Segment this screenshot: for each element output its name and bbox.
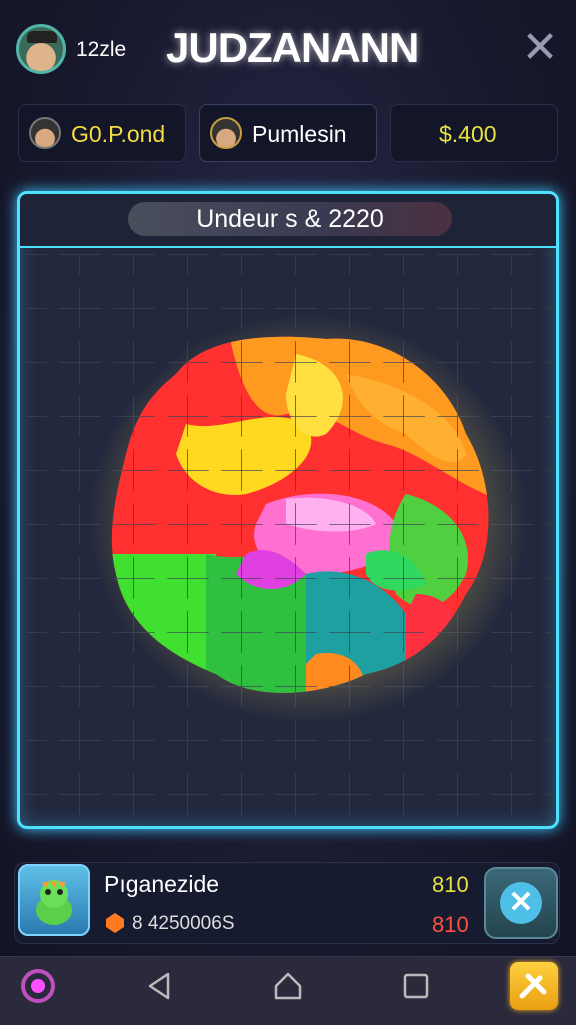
player-chip-1-label: G0.P.ond bbox=[71, 121, 166, 147]
opponent-avatar bbox=[29, 117, 61, 149]
recent-apps-icon[interactable] bbox=[396, 966, 436, 1006]
gem-icon bbox=[106, 913, 124, 933]
opponent-avatar bbox=[210, 117, 242, 149]
board-header: Undeur s & 2220 bbox=[20, 194, 556, 248]
cancel-button[interactable]: ✕ bbox=[484, 867, 558, 939]
player-chip-1[interactable]: G0.P.ond bbox=[18, 104, 186, 162]
item-stat-bottom: 810 bbox=[432, 912, 469, 937]
item-description: 8 4250006S bbox=[132, 913, 235, 934]
player-chip-2-label: Pumlesin bbox=[252, 121, 347, 147]
home-icon[interactable] bbox=[268, 966, 308, 1006]
close-circle-icon: ✕ bbox=[500, 882, 542, 924]
dragon-icon[interactable] bbox=[18, 864, 90, 936]
top-bar: 12zle JUDZANANN ✕ bbox=[0, 0, 576, 98]
player-chip-2[interactable]: Pumlesin bbox=[199, 104, 377, 162]
back-icon[interactable] bbox=[140, 966, 180, 1006]
player-name: 12zle bbox=[76, 38, 127, 61]
app-title: JUDZANANN bbox=[166, 24, 419, 71]
settings-icon[interactable] bbox=[18, 966, 58, 1006]
board-title: Undeur s & 2220 bbox=[128, 202, 452, 236]
close-icon[interactable]: ✕ bbox=[520, 26, 560, 70]
score-value: $.400 bbox=[439, 121, 497, 147]
score-chip: $.400 bbox=[390, 104, 558, 162]
piece-outlines bbox=[111, 336, 489, 693]
item-stat-top: 810 bbox=[432, 872, 469, 897]
item-panel bbox=[14, 862, 560, 944]
puzzle-board: Undeur s & 2220 bbox=[17, 191, 559, 829]
player-avatar[interactable] bbox=[16, 24, 66, 74]
tools-button[interactable] bbox=[510, 962, 558, 1010]
item-name: Pıganezide bbox=[104, 871, 220, 897]
tools-icon bbox=[519, 973, 547, 999]
puzzle-grid[interactable] bbox=[26, 254, 550, 824]
